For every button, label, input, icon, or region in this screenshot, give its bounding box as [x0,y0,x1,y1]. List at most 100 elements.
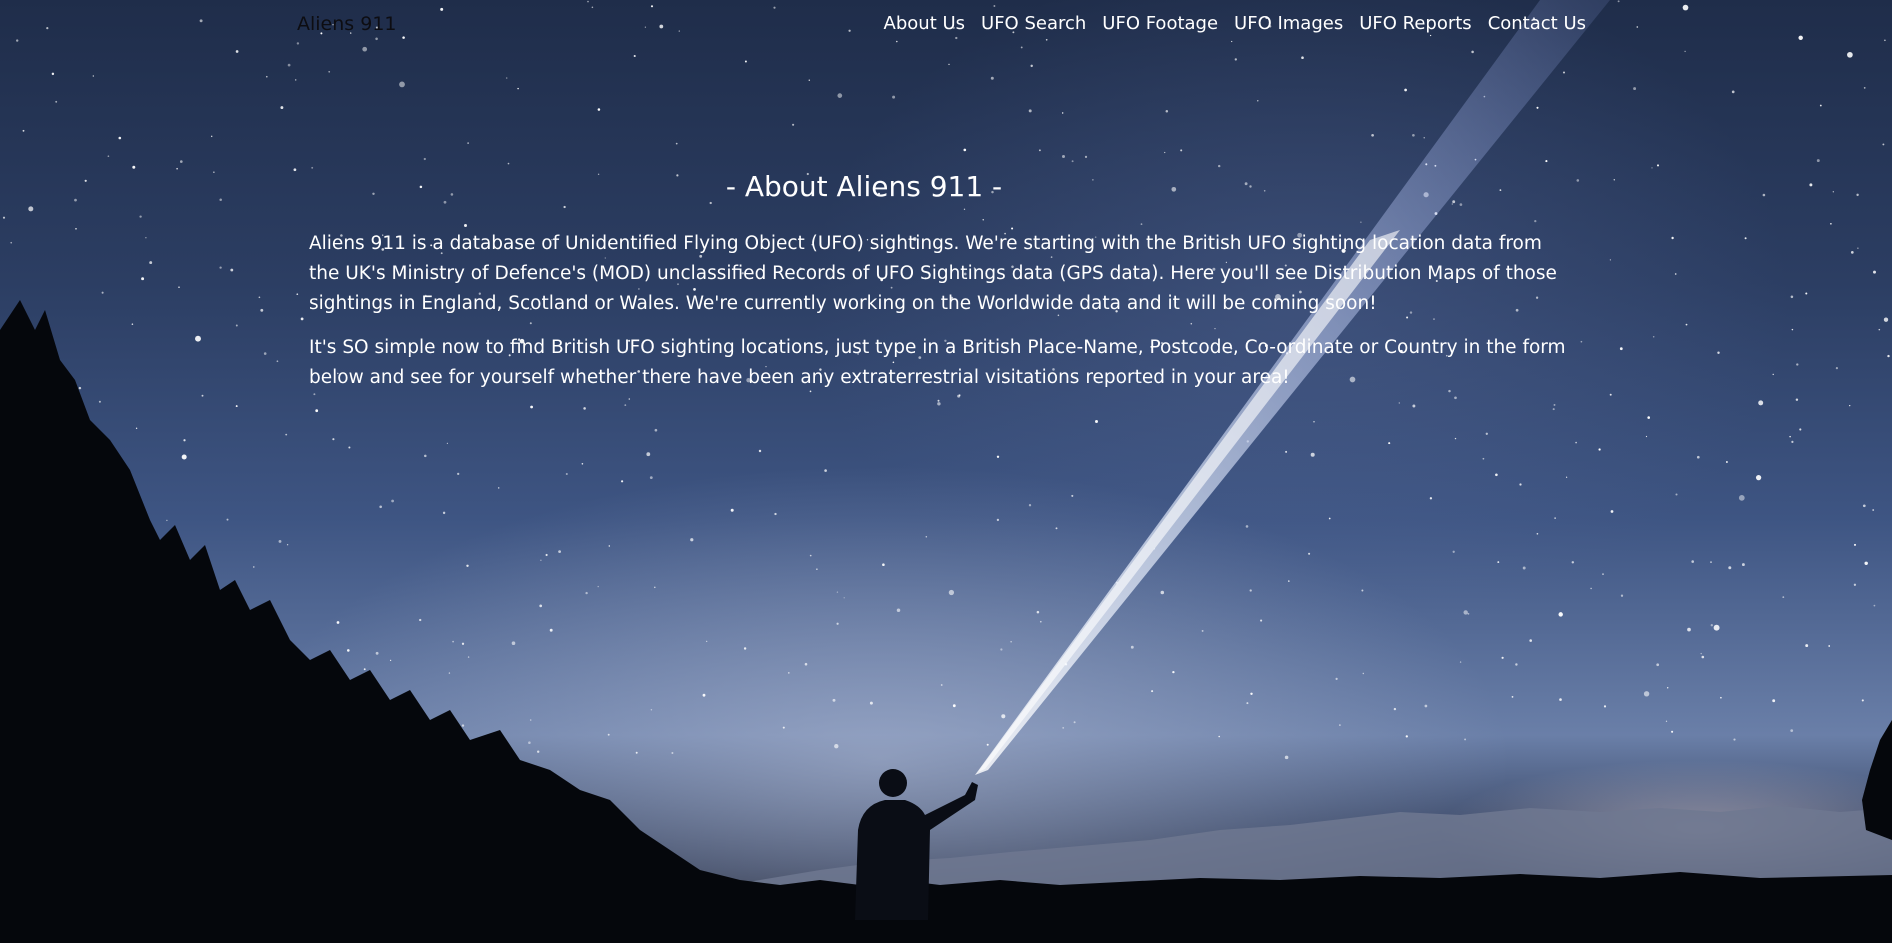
star [210,135,213,138]
star [537,750,540,753]
star [260,308,264,312]
star [1566,476,1568,478]
star [834,744,839,749]
star [1609,259,1612,261]
star [1001,714,1006,719]
star [896,608,901,613]
star [1571,561,1575,564]
star [1878,328,1881,331]
star [1084,155,1088,159]
nav-link-ufo-footage[interactable]: UFO Footage [1102,13,1218,34]
star [107,155,110,158]
star [1861,699,1864,702]
star [597,585,599,588]
star [467,656,470,658]
star [55,100,58,103]
star [1412,133,1415,137]
star [75,227,77,230]
star [792,123,795,126]
star [545,553,548,557]
nav-link-about-us[interactable]: About Us [884,13,966,34]
star [1055,527,1058,530]
star [1308,552,1311,555]
star [1816,159,1820,163]
star [101,291,104,294]
star [1590,587,1592,590]
star [1725,461,1728,463]
star [1172,670,1175,674]
star [1665,720,1668,722]
nav-link-contact-us[interactable]: Contact Us [1488,13,1586,34]
star [581,462,584,465]
star [1030,64,1033,68]
star [315,409,319,413]
star [654,586,656,589]
star [1328,517,1331,520]
star [1339,724,1341,726]
star [1849,404,1851,407]
star [1883,317,1889,322]
star [1671,730,1674,733]
star [1882,143,1885,146]
star [1515,663,1518,666]
star [1467,612,1470,615]
star [1613,179,1616,181]
star [92,75,94,77]
star [213,171,215,173]
star [608,545,611,547]
star [540,559,542,561]
star [1687,627,1691,632]
star [201,394,204,397]
star [391,499,394,503]
star [1772,699,1776,703]
star [1671,236,1674,240]
star [528,741,531,744]
star [952,704,956,708]
star [1313,421,1315,423]
star [996,455,1000,458]
star [183,439,186,442]
nav-link-ufo-search[interactable]: UFO Search [981,13,1086,34]
star [1762,193,1766,197]
star [511,641,516,645]
nav-link-ufo-images[interactable]: UFO Images [1234,13,1343,34]
star [263,352,267,355]
star [1857,247,1859,249]
star [278,539,282,543]
star [882,563,885,566]
star [539,604,543,608]
star [990,76,994,80]
star [300,317,304,321]
star [497,487,500,489]
star [1454,437,1457,440]
star [646,452,651,457]
star [782,726,785,729]
star [649,476,653,479]
star [1856,193,1859,197]
star [1738,495,1745,501]
star [1522,566,1526,570]
star [507,162,510,165]
star [1828,645,1831,647]
star [1165,110,1169,113]
star [195,335,201,342]
nav-link-ufo-reports[interactable]: UFO Reports [1359,13,1471,34]
star [1552,408,1555,411]
star [1424,704,1428,708]
star [986,743,989,746]
star [442,511,446,515]
star [1452,550,1455,553]
star [294,79,297,81]
star [1789,435,1791,438]
brand-link[interactable]: Aliens 911 [297,13,397,35]
star [892,95,896,99]
star [1010,641,1012,643]
star [1257,100,1259,102]
star [1656,663,1660,667]
star [1853,543,1857,546]
star [347,649,350,652]
star [529,719,532,721]
star [467,142,469,144]
star [230,268,234,272]
star [399,81,405,88]
